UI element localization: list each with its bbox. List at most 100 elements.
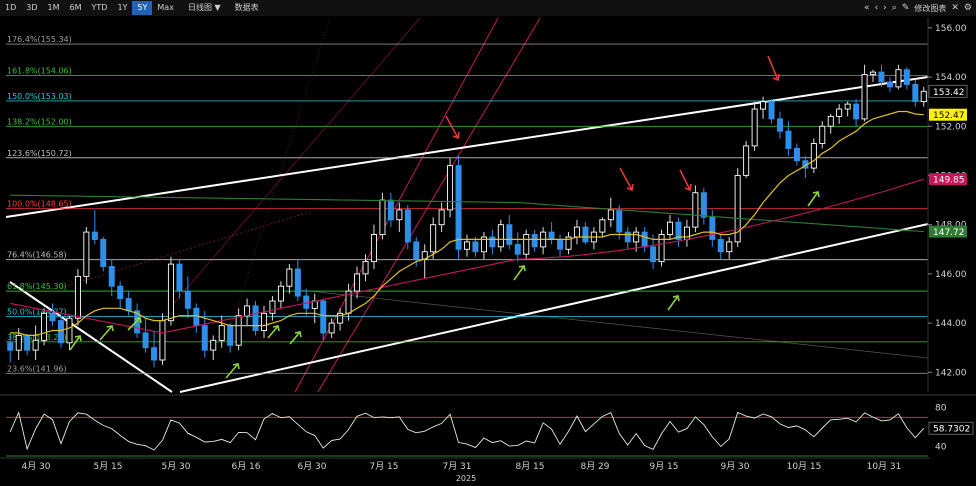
candle-body (167, 263, 174, 322)
candle-body (91, 231, 98, 240)
candle-body (472, 241, 479, 253)
price-axis-label: 152.00 (935, 122, 967, 132)
candle-body (379, 199, 386, 235)
date-axis-label: 9月 15 (649, 461, 678, 472)
candle-body (108, 266, 115, 287)
candle-body (396, 209, 403, 221)
fib-level-label: 150.0%(153.03) (7, 92, 72, 101)
candle-body (269, 300, 276, 314)
candle-body (489, 236, 496, 248)
candle-body (464, 241, 471, 250)
candle-body (624, 231, 631, 243)
candle-body (235, 315, 242, 346)
price-axis-label: 142.00 (935, 368, 967, 378)
price-axis-label: 154.00 (935, 73, 967, 83)
candle-body (24, 334, 31, 351)
date-axis-label: 6月 16 (231, 461, 260, 472)
candle-body (836, 108, 843, 117)
candle-body (294, 268, 301, 297)
candle-body (912, 83, 919, 103)
candle-body (920, 90, 927, 103)
oscillator-axis-label: 80 (935, 404, 947, 414)
candle-body (57, 320, 64, 344)
candle-body (413, 241, 420, 260)
fib-level-label: 100.0%(148.65) (7, 200, 72, 209)
candle-body (785, 130, 792, 149)
candle-body (328, 322, 335, 334)
candle-body (142, 332, 149, 349)
candle-body (387, 199, 394, 221)
candle-body (286, 268, 293, 287)
date-axis-year: 2025 (456, 474, 476, 483)
candle-body (886, 81, 893, 88)
oscillator-badge-label: 58.7302 (933, 425, 970, 435)
candle-body (125, 298, 132, 312)
candle-body (303, 295, 310, 309)
candle-body (15, 334, 22, 351)
price-badge-label: 153.42 (933, 88, 965, 98)
candle-body (404, 209, 411, 243)
candle-body (844, 103, 851, 110)
candle-body (32, 339, 39, 351)
candle-body (370, 234, 377, 263)
candle-body (878, 71, 885, 83)
price-axis-label: 156.00 (935, 24, 967, 34)
candle-body (819, 125, 826, 144)
candle-body (582, 226, 589, 243)
price-chart[interactable]: 176.4%(155.34) 161.8%(154.06) 150.0%(153.0… (0, 0, 976, 486)
date-axis-label: 5月 30 (161, 461, 190, 472)
candle-body (117, 285, 124, 299)
date-axis-label: 10月 31 (867, 461, 902, 472)
fib-level-label: 161.8%(154.06) (7, 67, 72, 76)
candle-body (176, 263, 183, 292)
date-axis-label: 4月 30 (21, 461, 50, 472)
candle-body (531, 234, 538, 248)
candle-body (218, 325, 225, 341)
candle-body (277, 285, 284, 302)
candle-body (252, 305, 259, 331)
date-axis-label: 7月 15 (369, 461, 398, 472)
candle-body (320, 300, 327, 334)
oscillator-axis-label: 40 (935, 442, 947, 452)
candle-body (244, 305, 251, 317)
price-badge-label: 147.72 (933, 228, 965, 238)
fib-level-label: 176.4%(155.34) (7, 35, 72, 44)
fib-level-label: 23.6%(141.96) (7, 364, 67, 373)
candle-body (700, 192, 707, 218)
candle-body (793, 147, 800, 162)
candle-body (709, 216, 716, 240)
candle-body (573, 226, 580, 238)
fib-level-label: 76.4%(146.58) (7, 251, 67, 260)
date-axis-label: 6月 30 (297, 461, 326, 472)
candle-body (74, 275, 81, 319)
candle-body (184, 290, 191, 309)
candle-body (717, 238, 724, 253)
candle-body (151, 347, 158, 361)
candle-body (861, 74, 868, 120)
candle-body (903, 69, 910, 85)
price-axis-label: 144.00 (935, 319, 967, 329)
candle-body (895, 69, 902, 88)
price-badge-label: 149.85 (933, 176, 965, 186)
candle-body (210, 339, 217, 351)
candle-body (83, 231, 90, 277)
candle-body (692, 192, 699, 228)
candle-body (743, 145, 750, 176)
candle-body (193, 307, 200, 326)
fib-level-label: 123.6%(150.72) (7, 149, 72, 158)
candle-body (726, 241, 733, 253)
candle-body (362, 261, 369, 275)
candle-body (227, 325, 234, 346)
date-axis-label: 9月 30 (720, 461, 749, 472)
candle-body (768, 101, 775, 120)
candle-body (810, 143, 817, 169)
date-axis-label: 5月 15 (93, 461, 122, 472)
candle-body (650, 246, 657, 263)
candle-body (455, 165, 462, 250)
candle-body (514, 243, 521, 255)
candle-body (66, 317, 73, 344)
candle-body (616, 209, 623, 233)
candle-body (354, 273, 361, 292)
date-axis-label: 10月 15 (787, 461, 822, 472)
candle-body (548, 231, 555, 240)
